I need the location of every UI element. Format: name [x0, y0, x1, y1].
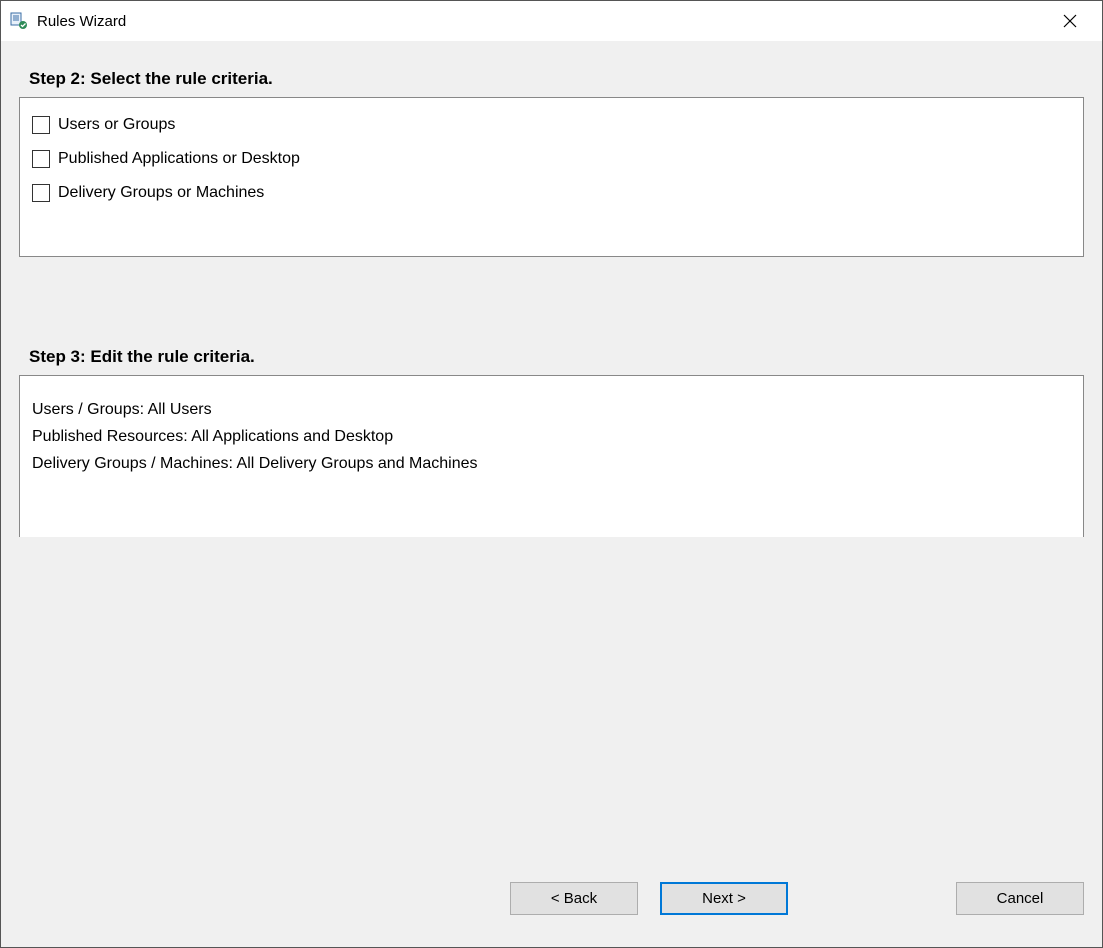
titlebar-left: Rules Wizard [9, 11, 126, 31]
next-button[interactable]: Next > [660, 882, 788, 915]
summary-published-resources[interactable]: Published Resources: All Applications an… [32, 423, 1071, 450]
criteria-label: Users or Groups [58, 116, 175, 134]
criteria-row-published-apps[interactable]: Published Applications or Desktop [30, 142, 1073, 176]
checkbox-published-apps[interactable] [32, 150, 50, 168]
back-button[interactable]: < Back [510, 882, 638, 915]
titlebar: Rules Wizard [1, 1, 1102, 41]
criteria-row-delivery-groups[interactable]: Delivery Groups or Machines [30, 176, 1073, 210]
criteria-label: Delivery Groups or Machines [58, 184, 264, 202]
content-area: Step 2: Select the rule criteria. Users … [1, 41, 1102, 947]
button-bar: < Back Next > Cancel [1, 882, 1102, 915]
step2-heading: Step 2: Select the rule criteria. [19, 69, 1084, 89]
step3-heading: Step 3: Edit the rule criteria. [19, 347, 1084, 367]
close-icon [1063, 14, 1077, 28]
rules-wizard-icon [9, 11, 29, 31]
checkbox-delivery-groups[interactable] [32, 184, 50, 202]
checkbox-users-groups[interactable] [32, 116, 50, 134]
step3-panel: Users / Groups: All Users Published Reso… [19, 375, 1084, 537]
criteria-row-users-groups[interactable]: Users or Groups [30, 108, 1073, 142]
window-title: Rules Wizard [37, 13, 126, 30]
cancel-button[interactable]: Cancel [956, 882, 1084, 915]
step2-panel: Users or Groups Published Applications o… [19, 97, 1084, 257]
close-button[interactable] [1050, 1, 1090, 41]
summary-users-groups[interactable]: Users / Groups: All Users [32, 396, 1071, 423]
criteria-label: Published Applications or Desktop [58, 150, 300, 168]
summary-delivery-groups[interactable]: Delivery Groups / Machines: All Delivery… [32, 450, 1071, 477]
